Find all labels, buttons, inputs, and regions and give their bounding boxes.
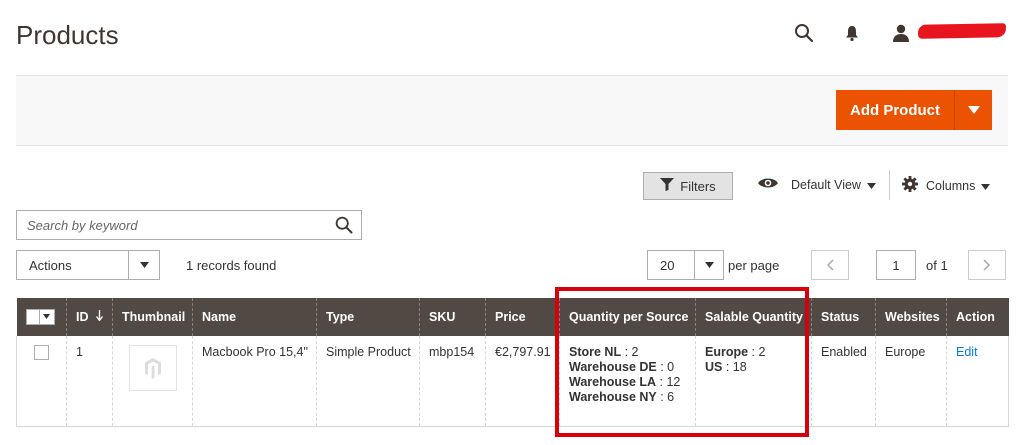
search-icon[interactable] bbox=[793, 22, 815, 44]
col-header-websites[interactable]: Websites bbox=[875, 298, 947, 336]
cell-price: €2,797.91 bbox=[485, 336, 560, 427]
source-qty-line: Warehouse LA : 12 bbox=[569, 375, 686, 390]
mass-actions-select[interactable]: Actions bbox=[16, 250, 160, 280]
view-label: Default View bbox=[791, 177, 861, 192]
keyword-search[interactable] bbox=[16, 210, 362, 240]
cell-action: Edit bbox=[946, 336, 1009, 427]
chevron-down-icon[interactable] bbox=[38, 309, 54, 324]
page-title: Products bbox=[16, 20, 119, 50]
gear-icon bbox=[902, 176, 918, 195]
sort-down-arrow-icon bbox=[95, 310, 103, 324]
next-page-button[interactable] bbox=[968, 250, 1006, 280]
filters-label: Filters bbox=[680, 178, 716, 194]
salable-qty-line: US : 18 bbox=[705, 360, 802, 375]
cell-status: Enabled bbox=[811, 336, 876, 427]
stock-name: US bbox=[705, 360, 723, 374]
cell-websites: Europe bbox=[875, 336, 947, 427]
stock-qty: : 2 bbox=[748, 345, 766, 359]
col-header-quantity-per-source: Quantity per Source bbox=[559, 298, 696, 336]
cell-sku: mbp154 bbox=[419, 336, 486, 427]
source-qty-line: Store NL : 2 bbox=[569, 345, 686, 360]
view-switcher[interactable]: Default View bbox=[757, 176, 876, 193]
salable-qty-line: Europe : 2 bbox=[705, 345, 802, 360]
bell-icon[interactable] bbox=[841, 22, 863, 44]
mass-select-header[interactable] bbox=[16, 298, 67, 336]
chevron-down-icon bbox=[981, 179, 991, 193]
cell-thumbnail[interactable] bbox=[112, 336, 193, 427]
filters-button[interactable]: Filters bbox=[643, 172, 733, 200]
col-header-salable-quantity: Salable Quantity bbox=[695, 298, 812, 336]
add-product-button[interactable]: Add Product bbox=[836, 90, 992, 130]
source-qty-line: Warehouse NY : 6 bbox=[569, 390, 686, 405]
chevron-down-icon bbox=[866, 178, 876, 192]
chevron-down-icon[interactable] bbox=[694, 251, 723, 279]
source-qty: : 0 bbox=[656, 360, 675, 374]
columns-label: Columns bbox=[926, 178, 976, 193]
user-name-redacted[interactable] bbox=[917, 23, 1007, 39]
records-found: 1 records found bbox=[186, 258, 277, 273]
source-qty: : 12 bbox=[656, 375, 681, 389]
source-name: Warehouse NY bbox=[569, 390, 657, 404]
col-header-price[interactable]: Price bbox=[485, 298, 560, 336]
chevron-right-icon bbox=[983, 259, 991, 271]
cell-type: Simple Product bbox=[316, 336, 420, 427]
add-product-label[interactable]: Add Product bbox=[836, 102, 954, 119]
table-row: 1 Macbook Pro 15,4" Simple Product mbp15… bbox=[16, 336, 1009, 427]
per-page-label: per page bbox=[728, 258, 780, 273]
col-header-sku[interactable]: SKU bbox=[419, 298, 486, 336]
cell-id: 1 bbox=[66, 336, 113, 427]
page-total: of 1 bbox=[926, 258, 948, 273]
prev-page-button[interactable] bbox=[811, 250, 849, 280]
col-header-id[interactable]: ID bbox=[66, 298, 113, 336]
source-qty-line: Warehouse DE : 0 bbox=[569, 360, 686, 375]
stock-name: Europe bbox=[705, 345, 749, 359]
cell-salable-quantity: Europe : 2 US : 18 bbox=[695, 336, 812, 427]
per-page-value: 20 bbox=[660, 257, 675, 273]
page-number-input[interactable]: 1 bbox=[876, 250, 916, 280]
eye-icon bbox=[757, 176, 779, 193]
select-all-checkbox[interactable] bbox=[27, 311, 39, 323]
products-grid: ID Thumbnail Name Type SKU Price Quantit… bbox=[16, 298, 1009, 427]
search-input[interactable] bbox=[25, 216, 327, 234]
col-header-action: Action bbox=[946, 298, 1009, 336]
stock-qty: : 18 bbox=[722, 360, 747, 374]
grid-header-row: ID Thumbnail Name Type SKU Price Quantit… bbox=[16, 298, 1009, 336]
col-header-type[interactable]: Type bbox=[316, 298, 420, 336]
per-page-select[interactable]: 20 bbox=[647, 250, 724, 280]
filter-icon bbox=[660, 178, 675, 194]
chevron-left-icon bbox=[826, 259, 834, 271]
source-name: Store NL bbox=[569, 345, 622, 359]
source-qty: : 6 bbox=[656, 390, 675, 404]
row-select-cell[interactable] bbox=[16, 336, 67, 427]
row-checkbox[interactable] bbox=[34, 345, 49, 360]
cell-name: Macbook Pro 15,4" bbox=[192, 336, 317, 427]
col-header-status[interactable]: Status bbox=[811, 298, 876, 336]
mass-select-control[interactable] bbox=[25, 308, 55, 325]
col-header-thumbnail: Thumbnail bbox=[112, 298, 193, 336]
mass-actions-label: Actions bbox=[29, 257, 72, 273]
source-name: Warehouse LA bbox=[569, 375, 657, 389]
search-icon[interactable] bbox=[327, 216, 361, 234]
chevron-down-icon[interactable] bbox=[128, 251, 159, 279]
toolbar-divider bbox=[889, 170, 890, 200]
user-icon[interactable] bbox=[890, 22, 912, 44]
magento-placeholder-icon[interactable] bbox=[129, 345, 177, 391]
source-qty: : 2 bbox=[621, 345, 639, 359]
edit-link[interactable]: Edit bbox=[956, 345, 978, 359]
columns-control[interactable]: Columns bbox=[902, 176, 991, 195]
source-name: Warehouse DE bbox=[569, 360, 657, 374]
cell-quantity-per-source: Store NL : 2 Warehouse DE : 0 Warehouse … bbox=[559, 336, 696, 427]
chevron-down-icon[interactable] bbox=[955, 106, 992, 114]
col-header-name[interactable]: Name bbox=[192, 298, 317, 336]
col-id-label: ID bbox=[76, 310, 89, 324]
